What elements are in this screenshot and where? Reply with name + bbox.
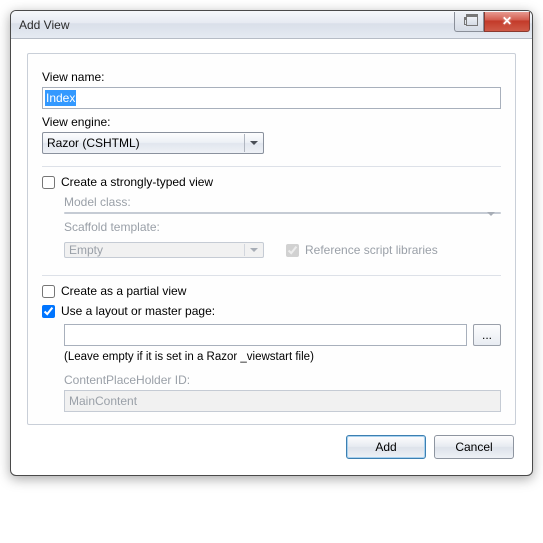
- cph-input: [64, 390, 501, 412]
- main-panel: View name: Index View engine: Razor (CSH…: [27, 53, 516, 425]
- scaffold-row: Empty Reference script libraries: [64, 237, 501, 263]
- partial-view-checkbox[interactable]: [42, 285, 55, 298]
- view-engine-wrap: Razor (CSHTML): [42, 132, 264, 154]
- layout-path-row: ...: [64, 324, 501, 346]
- layout-group: ... (Leave empty if it is set in a Razor…: [64, 324, 501, 412]
- scaffold-template-label: Scaffold template:: [64, 220, 501, 234]
- view-engine-value: Razor (CSHTML): [47, 136, 140, 150]
- model-class-label: Model class:: [64, 195, 501, 209]
- scaffold-template-value: Empty: [69, 243, 103, 257]
- close-button[interactable]: ✕: [484, 12, 530, 32]
- use-layout-label: Use a layout or master page:: [61, 304, 215, 318]
- window-buttons: ✕: [454, 12, 530, 32]
- window-title: Add View: [19, 18, 454, 32]
- strongly-typed-checkbox[interactable]: [42, 176, 55, 189]
- dialog-window: Add View ✕ View name: Index View engine:…: [10, 10, 533, 476]
- view-name-wrap: Index: [42, 87, 501, 109]
- strongly-typed-group: Model class: Scaffold template: Empty Re…: [64, 195, 501, 263]
- close-icon: ✕: [502, 15, 512, 27]
- strongly-typed-row: Create a strongly-typed view: [42, 175, 501, 189]
- view-name-label: View name:: [42, 70, 501, 84]
- maximize-button[interactable]: [454, 12, 484, 32]
- partial-view-label: Create as a partial view: [61, 284, 186, 298]
- reference-libs-checkbox: [286, 244, 299, 257]
- partial-view-row: Create as a partial view: [42, 284, 501, 298]
- dialog-content: View name: Index View engine: Razor (CSH…: [11, 39, 532, 475]
- view-engine-label: View engine:: [42, 115, 501, 129]
- view-engine-select[interactable]: Razor (CSHTML): [42, 132, 264, 154]
- layout-hint: (Leave empty if it is set in a Razor _vi…: [64, 351, 501, 363]
- titlebar: Add View ✕: [11, 11, 532, 39]
- restore-icon: [464, 17, 474, 25]
- dialog-buttons: Add Cancel: [27, 425, 516, 461]
- layout-path-input[interactable]: [64, 324, 467, 346]
- model-class-select: [64, 212, 501, 214]
- browse-button[interactable]: ...: [473, 324, 501, 346]
- divider: [42, 275, 501, 276]
- strongly-typed-label: Create a strongly-typed view: [61, 175, 213, 189]
- scaffold-template-select: Empty: [64, 242, 264, 258]
- use-layout-row: Use a layout or master page:: [42, 304, 501, 318]
- cancel-button[interactable]: Cancel: [434, 435, 514, 459]
- divider: [42, 166, 501, 167]
- add-button[interactable]: Add: [346, 435, 426, 459]
- chevron-down-icon: [244, 244, 262, 256]
- reference-libs-row: Reference script libraries: [286, 243, 438, 257]
- view-name-input[interactable]: [42, 87, 501, 109]
- cph-label: ContentPlaceHolder ID:: [64, 373, 501, 387]
- chevron-down-icon: [244, 134, 262, 152]
- browse-label: ...: [482, 328, 492, 342]
- reference-libs-label: Reference script libraries: [305, 243, 438, 257]
- use-layout-checkbox[interactable]: [42, 305, 55, 318]
